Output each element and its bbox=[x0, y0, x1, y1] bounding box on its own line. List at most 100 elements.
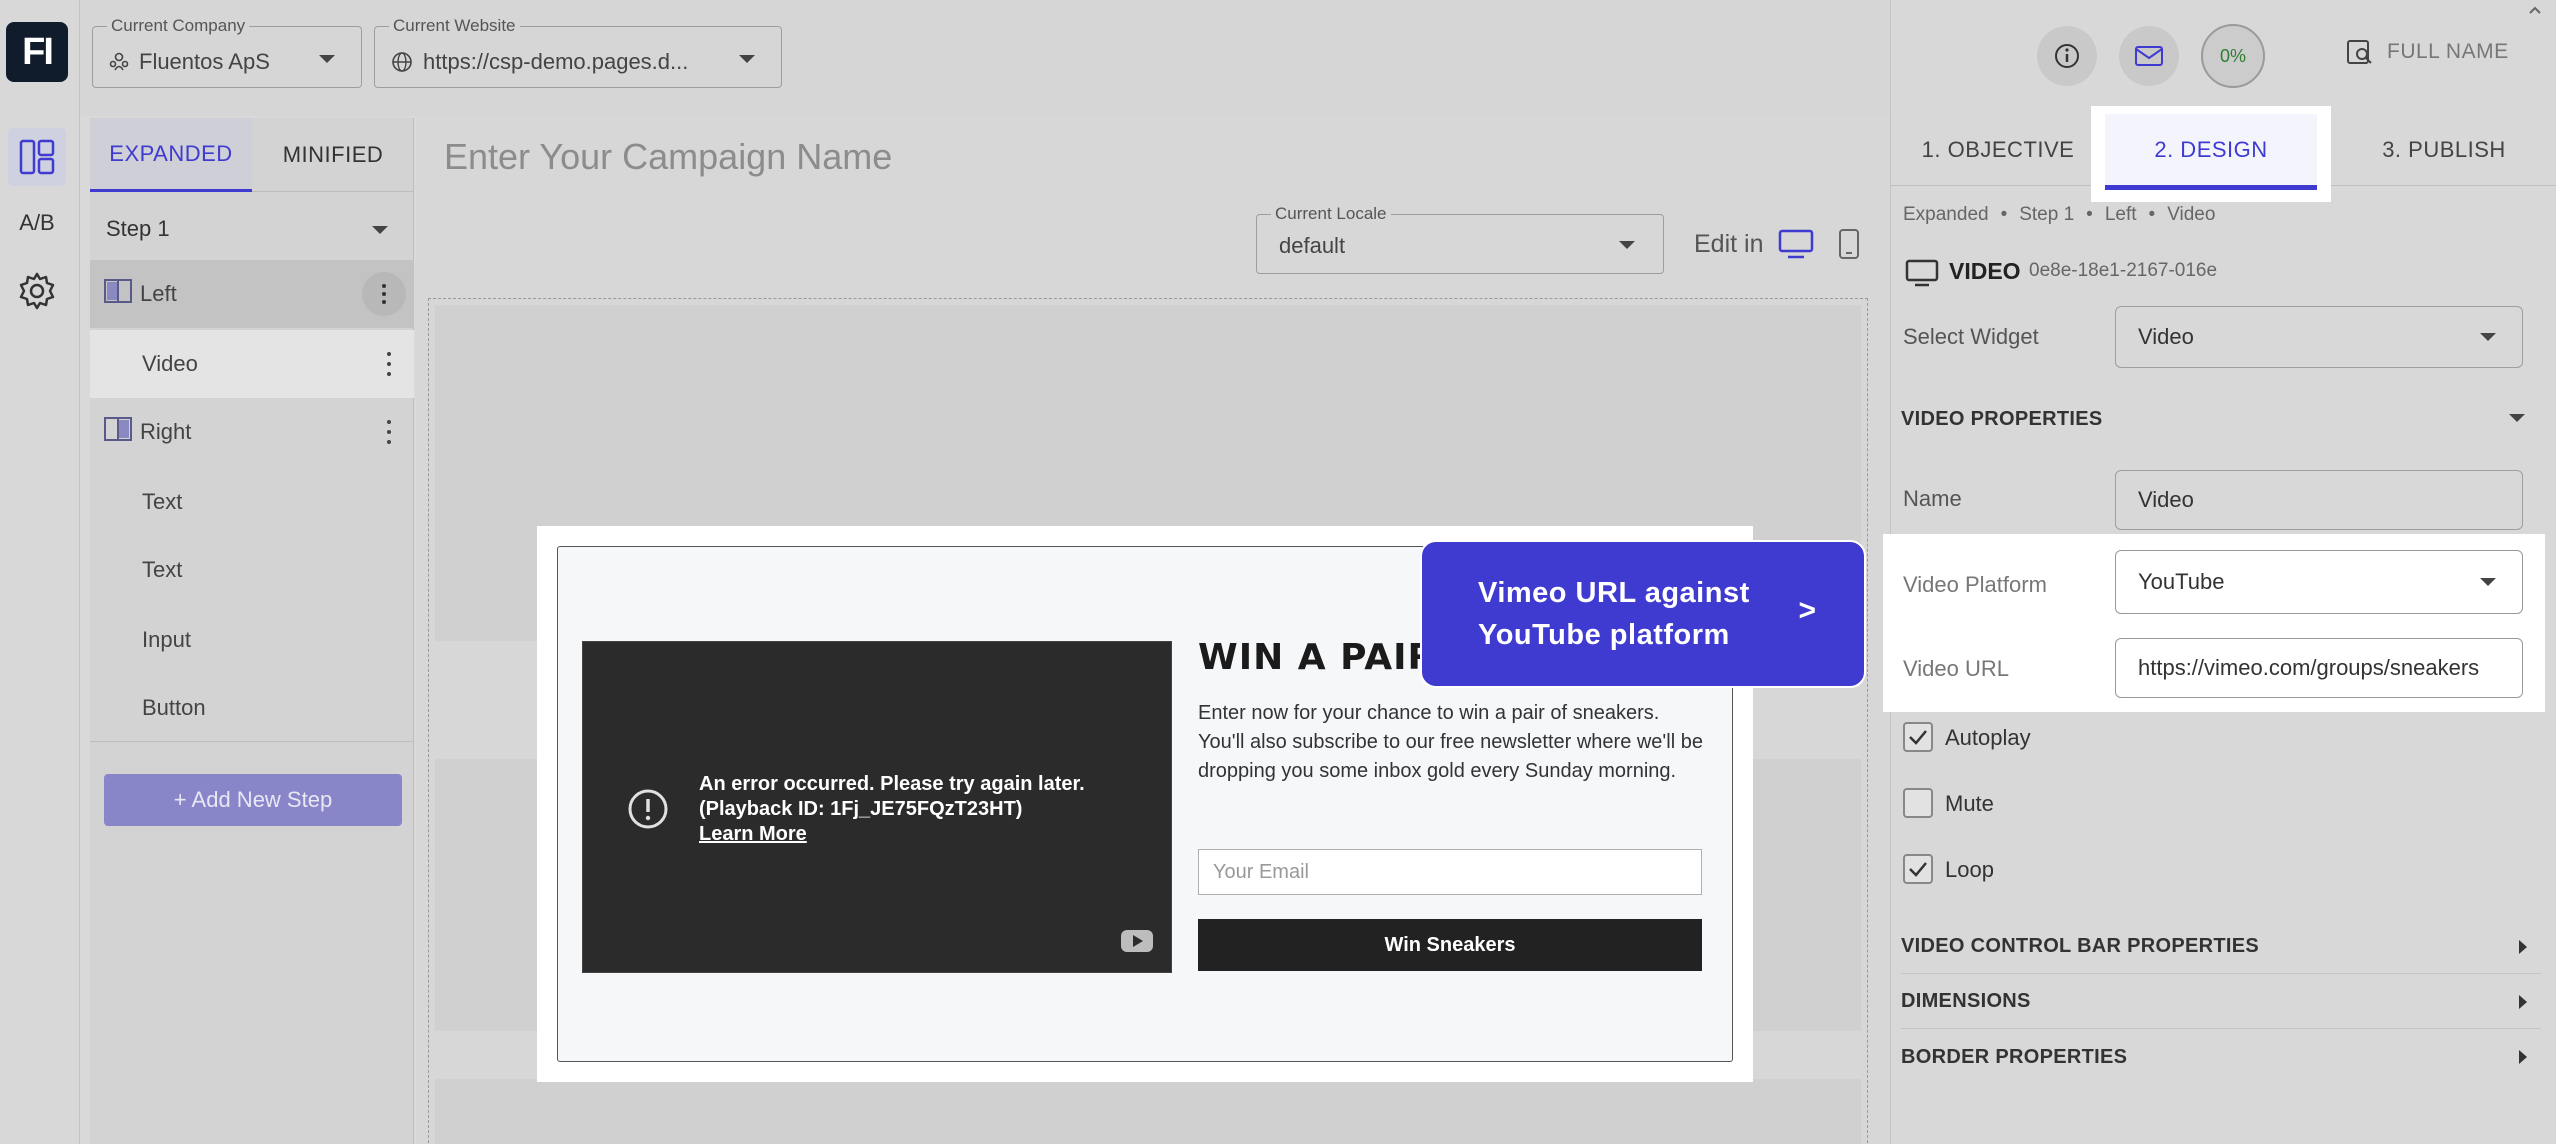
platform-url-highlight: Video Platform YouTube Video URL https:/… bbox=[1883, 534, 2545, 712]
breadcrumb-item: Video bbox=[2167, 204, 2216, 225]
widget-id: 0e8e-18e1-2167-016e bbox=[2029, 260, 2218, 281]
name-label: Name bbox=[1903, 486, 1962, 511]
chevron-right-icon bbox=[2519, 1050, 2527, 1064]
learn-more-link[interactable]: Learn More bbox=[699, 822, 1085, 847]
error-icon bbox=[627, 788, 669, 835]
column-icon bbox=[104, 279, 132, 309]
tab-publish[interactable]: 3. PUBLISH bbox=[2331, 114, 2556, 186]
video-url-label: Video URL bbox=[1903, 656, 2009, 681]
section-title: VIDEO PROPERTIES bbox=[1901, 407, 2103, 430]
mail-icon[interactable] bbox=[2119, 26, 2179, 86]
locale-select[interactable]: Current Locale default bbox=[1256, 204, 1664, 274]
locale-label: Current Locale bbox=[1271, 204, 1391, 224]
video-player[interactable]: An error occurred. Please try again late… bbox=[582, 641, 1172, 973]
tree-item-label: Button bbox=[142, 694, 206, 720]
name-input[interactable]: Video bbox=[2115, 470, 2523, 530]
tree-item-label: Left bbox=[140, 281, 177, 306]
campaign-name-input[interactable]: Enter Your Campaign Name bbox=[444, 136, 892, 178]
section-title: VIDEO CONTROL BAR PROPERTIES bbox=[1901, 935, 2260, 957]
mobile-icon[interactable] bbox=[1838, 228, 1860, 265]
top-bar: Current Company Fluentos ApS Current Web… bbox=[80, 0, 1890, 116]
desktop-icon bbox=[1905, 258, 1939, 293]
company-value: Fluentos ApS bbox=[139, 49, 270, 74]
breadcrumb: Expanded • Step 1 • Left • Video bbox=[1903, 204, 2216, 226]
tree-item-label: Text bbox=[142, 489, 183, 514]
callout-arrow: > bbox=[1798, 594, 1816, 627]
tab-minified[interactable]: MINIFIED bbox=[252, 118, 414, 192]
info-icon[interactable] bbox=[2037, 26, 2097, 86]
tree-item-label: Input bbox=[142, 627, 191, 652]
company-select[interactable]: Current Company Fluentos ApS bbox=[92, 16, 362, 88]
video-platform-value: YouTube bbox=[2138, 569, 2225, 594]
chevron-right-icon bbox=[2519, 995, 2527, 1009]
section-title: DIMENSIONS bbox=[1901, 990, 2031, 1012]
chevron-down-icon bbox=[319, 55, 335, 63]
youtube-icon bbox=[1121, 930, 1153, 957]
edit-in-label: Edit in bbox=[1694, 230, 1764, 258]
user-name[interactable]: FULL NAME bbox=[2387, 40, 2509, 64]
tree-item-right[interactable]: Right bbox=[90, 398, 414, 466]
chevron-down-icon bbox=[372, 226, 388, 234]
video-platform-label: Video Platform bbox=[1903, 572, 2047, 597]
tree-item-text[interactable]: Text bbox=[90, 468, 414, 536]
step-select[interactable]: Step 1 bbox=[90, 194, 414, 264]
tree-item-button[interactable]: Button bbox=[90, 674, 414, 742]
company-label: Current Company bbox=[107, 16, 250, 36]
select-widget-dropdown[interactable]: Video bbox=[2115, 306, 2523, 368]
add-new-step-button[interactable]: + Add New Step bbox=[104, 774, 402, 826]
website-value: https://csp-demo.pages.d... bbox=[423, 49, 689, 74]
video-properties-header[interactable]: VIDEO PROPERTIES bbox=[1901, 392, 2541, 446]
scroll-up-icon[interactable] bbox=[2528, 2, 2542, 20]
video-url-input[interactable]: https://vimeo.com/groups/sneakers bbox=[2115, 638, 2523, 698]
user-profile-icon[interactable] bbox=[2345, 38, 2373, 71]
border-section-header[interactable]: BORDER PROPERTIES bbox=[1901, 1030, 2541, 1084]
breadcrumb-item[interactable]: Step 1 bbox=[2019, 204, 2074, 226]
autoplay-checkbox[interactable] bbox=[1903, 722, 1933, 752]
desktop-icon[interactable] bbox=[1778, 228, 1814, 265]
website-select[interactable]: Current Website https://csp-demo.pages.d… bbox=[374, 16, 782, 88]
dimensions-section-header[interactable]: DIMENSIONS bbox=[1901, 975, 2541, 1029]
loop-label: Loop bbox=[1945, 857, 1994, 882]
more-icon[interactable] bbox=[386, 420, 392, 444]
tree-item-label: Right bbox=[140, 419, 192, 444]
control-bar-section-header[interactable]: VIDEO CONTROL BAR PROPERTIES bbox=[1901, 920, 2541, 974]
widget-title: VIDEO bbox=[1949, 258, 2021, 284]
icon-rail: FI A/B bbox=[0, 0, 80, 1144]
loop-checkbox[interactable] bbox=[1903, 854, 1933, 884]
tree-item-left[interactable]: Left bbox=[90, 260, 414, 328]
win-sneakers-button[interactable]: Win Sneakers bbox=[1198, 919, 1702, 971]
body-text: Enter now for your chance to win a pair … bbox=[1198, 702, 1703, 782]
ab-test-button[interactable]: A/B bbox=[8, 194, 66, 252]
steps-panel: EXPANDED MINIFIED Step 1 Left Video Righ… bbox=[90, 118, 414, 1144]
locale-value: default bbox=[1279, 233, 1346, 258]
tab-objective[interactable]: 1. OBJECTIVE bbox=[1891, 114, 2105, 186]
more-icon[interactable] bbox=[386, 352, 392, 376]
company-icon bbox=[109, 51, 129, 76]
tree-item-text[interactable]: Text bbox=[90, 536, 414, 604]
column-icon bbox=[104, 417, 132, 447]
breadcrumb-item[interactable]: Left bbox=[2105, 204, 2137, 226]
email-input[interactable]: Your Email bbox=[1198, 849, 1702, 895]
more-icon[interactable] bbox=[362, 272, 406, 316]
tab-design[interactable]: 2. DESIGN bbox=[2105, 114, 2317, 190]
design-tab-highlight: 2. DESIGN bbox=[2091, 106, 2331, 202]
video-platform-dropdown[interactable]: YouTube bbox=[2115, 550, 2523, 614]
properties-panel: 0% FULL NAME 1. OBJECTIVE 2. DESIGN 3. P… bbox=[1883, 0, 2556, 1144]
progress-indicator: 0% bbox=[2201, 24, 2265, 88]
app-logo[interactable]: FI bbox=[6, 22, 68, 82]
mute-label: Mute bbox=[1945, 791, 1994, 816]
website-label: Current Website bbox=[389, 16, 520, 36]
callout-line1: Vimeo URL against bbox=[1478, 577, 1750, 609]
mute-checkbox[interactable] bbox=[1903, 788, 1933, 818]
tree-item-video[interactable]: Video bbox=[90, 330, 414, 398]
tree-item-input[interactable]: Input bbox=[90, 606, 414, 674]
breadcrumb-item[interactable]: Expanded bbox=[1903, 204, 1989, 226]
chevron-down-icon bbox=[2480, 578, 2496, 586]
chevron-down-icon bbox=[2509, 414, 2525, 422]
tree-item-label: Video bbox=[142, 351, 198, 376]
settings-gear-icon[interactable] bbox=[8, 262, 66, 320]
tab-expanded[interactable]: EXPANDED bbox=[90, 118, 252, 192]
tree-item-label: Text bbox=[142, 557, 183, 582]
select-widget-value: Video bbox=[2138, 324, 2194, 349]
layout-icon[interactable] bbox=[8, 128, 66, 186]
